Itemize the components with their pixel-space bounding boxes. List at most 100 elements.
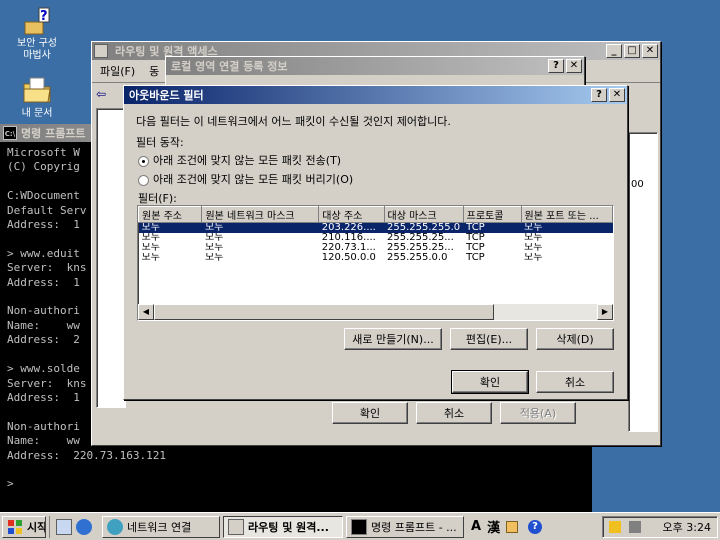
table-cell: 203.226.... xyxy=(318,222,384,233)
command-prompt-title: 명령 프롬프트 xyxy=(21,127,86,140)
taskbar-item-cmd[interactable]: 명령 프롬프트 - ... xyxy=(346,515,464,538)
table-cell: 220.73.1... xyxy=(321,243,376,253)
rras-detail-pane[interactable]: 00 xyxy=(628,132,658,432)
radio-send-label: 아래 조건에 맞지 않는 모든 패킷 전송(T) xyxy=(153,154,342,167)
local-connection-titlebar[interactable]: 로컬 영역 연결 등록 정보 ? ✕ xyxy=(166,57,584,75)
internet-explorer-icon[interactable] xyxy=(76,518,92,535)
column-header[interactable]: 원본 포트 또는 ... xyxy=(520,206,613,223)
filter-table-header: 원본 주소 원본 네트워크 마스크 대상 주소 대상 마스크 프로토콜 원본 포… xyxy=(138,206,613,223)
help-button[interactable]: ? xyxy=(591,88,607,102)
svg-text:?: ? xyxy=(40,9,48,24)
quick-launch xyxy=(49,515,102,538)
outbound-filter-titlebar[interactable]: 아웃바운드 필터 ? ✕ xyxy=(124,86,627,104)
clock[interactable]: 오후 3:24 xyxy=(663,519,711,535)
new-filter-button[interactable]: 새로 만들기(N)... xyxy=(344,328,442,350)
scroll-right-button[interactable]: ▶ xyxy=(597,304,613,320)
close-button[interactable]: ✕ xyxy=(609,88,625,102)
taskbar-item-network[interactable]: 네트워크 연결 xyxy=(102,515,220,538)
table-row[interactable]: 모두 모두 120.50.0.0 255.255.0.0 TCP 모두 xyxy=(139,253,613,263)
table-cell: 255.255.255.0 xyxy=(384,222,464,233)
ok-button[interactable]: 확인 xyxy=(451,370,529,394)
edit-filter-button[interactable]: 편집(E)... xyxy=(450,328,528,350)
start-label: 시작 xyxy=(27,520,46,534)
taskbar-item-label: 라우팅 및 원격... xyxy=(248,520,329,534)
table-row[interactable]: 모두 모두 203.226.... 255.255.255.0 TCP 모두 xyxy=(138,222,613,233)
close-button[interactable]: ✕ xyxy=(566,59,582,73)
show-desktop-icon[interactable] xyxy=(56,518,72,535)
close-button[interactable]: ✕ xyxy=(642,44,658,58)
menu-action[interactable]: 동 xyxy=(149,63,159,79)
security-wizard-label-1: 보안 구성 xyxy=(17,38,57,49)
scrollbar-thumb[interactable] xyxy=(154,304,494,320)
windows-logo-icon xyxy=(7,519,23,535)
table-row[interactable]: 모두 모두 220.73.1... 255.255.25... TCP 모두 xyxy=(139,243,613,253)
table-cell: 120.50.0.0 xyxy=(321,253,376,263)
table-cell: TCP xyxy=(466,253,485,263)
rras-tree-pane[interactable] xyxy=(96,108,126,408)
console-icon xyxy=(351,518,367,535)
minimize-button[interactable]: _ xyxy=(606,44,622,58)
rras-ok-button[interactable]: 확인 xyxy=(332,402,408,424)
menu-file[interactable]: 파일(F) xyxy=(100,63,135,79)
ime-language[interactable]: A xyxy=(471,519,481,534)
table-cell: 모두 xyxy=(204,253,224,263)
filters-label: 필터(F): xyxy=(138,192,177,205)
column-header[interactable]: 원본 네트워크 마스크 xyxy=(201,206,320,223)
cancel-button[interactable]: 취소 xyxy=(536,371,614,393)
radio-drop[interactable] xyxy=(138,174,149,186)
table-cell: 모두 xyxy=(524,253,543,263)
taskbar-item-rras[interactable]: 라우팅 및 원격... xyxy=(223,515,343,538)
radio-drop-label: 아래 조건에 맞지 않는 모든 패킷 버리기(O) xyxy=(153,173,354,186)
ime-hanja[interactable]: 漢 xyxy=(487,517,500,536)
outbound-filter-title: 아웃바운드 필터 xyxy=(129,89,204,102)
radio-drop-option[interactable]: 아래 조건에 맞지 않는 모든 패킷 버리기(O) xyxy=(138,171,353,187)
network-tray-icon[interactable] xyxy=(629,520,641,533)
rras-cancel-button[interactable]: 취소 xyxy=(416,402,492,424)
column-header[interactable]: 프로토콜 xyxy=(462,206,522,223)
my-documents-icon xyxy=(21,74,53,106)
filter-action-label: 필터 동작: xyxy=(136,136,184,149)
horizontal-scrollbar[interactable]: ◀ ▶ xyxy=(138,304,613,320)
console-icon: C:\ xyxy=(3,126,17,140)
rras-icon xyxy=(228,518,244,535)
security-shield-icon[interactable] xyxy=(609,520,621,533)
back-arrow-icon[interactable]: ⇦ xyxy=(96,87,106,101)
outbound-filter-dialog[interactable]: 아웃바운드 필터 ? ✕ 다음 필터는 이 네트워크에서 어느 패킷이 수신될 … xyxy=(123,85,628,400)
table-cell: 모두 xyxy=(521,222,613,233)
help-button[interactable]: ? xyxy=(548,59,564,73)
column-header[interactable]: 대상 마스크 xyxy=(383,206,464,223)
table-cell: 모두 xyxy=(138,222,202,233)
security-wizard-label-2: 마법사 xyxy=(23,50,51,61)
help-icon[interactable]: ? xyxy=(528,519,543,534)
start-button[interactable]: 시작 xyxy=(2,515,46,538)
table-cell: 210.116.... xyxy=(321,233,376,243)
filter-list[interactable]: 원본 주소 원본 네트워크 마스크 대상 주소 대상 마스크 프로토콜 원본 포… xyxy=(137,205,614,321)
scroll-left-button[interactable]: ◀ xyxy=(138,304,154,320)
rras-apply-button[interactable]: 적용(A) xyxy=(500,402,576,424)
rras-detail-text: 00 xyxy=(631,179,644,190)
system-tray: 오후 3:24 xyxy=(602,515,718,538)
table-cell: 모두 xyxy=(201,222,319,233)
radio-send[interactable] xyxy=(138,155,149,167)
table-cell: TCP xyxy=(466,243,485,253)
table-row[interactable]: 모두 모두 210.116.... 255.255.25... TCP 모두 xyxy=(139,233,613,243)
radio-send-option[interactable]: 아래 조건에 맞지 않는 모든 패킷 전송(T) xyxy=(138,152,341,168)
column-header[interactable]: 대상 주소 xyxy=(318,206,385,223)
taskbar-item-label: 명령 프롬프트 - ... xyxy=(371,520,457,534)
desktop-icon-my-documents[interactable]: 내 문서 xyxy=(2,74,72,120)
local-connection-title: 로컬 영역 연결 등록 정보 xyxy=(171,60,288,73)
security-wizard-icon: ? xyxy=(21,4,53,36)
column-header[interactable]: 원본 주소 xyxy=(138,206,203,223)
ime-tools-icon[interactable] xyxy=(506,520,519,533)
filter-table[interactable]: 원본 주소 원본 네트워크 마스크 대상 주소 대상 마스크 프로토콜 원본 포… xyxy=(138,206,613,263)
maximize-button[interactable]: □ xyxy=(624,44,640,58)
taskbar: 시작 네트워크 연결 라우팅 및 원격... 명령 프롬프트 - ... A 漢… xyxy=(0,512,720,540)
desktop-icon-security-wizard[interactable]: ? 보안 구성 마법사 xyxy=(2,4,72,62)
table-cell: 모두 xyxy=(141,233,160,243)
delete-filter-button[interactable]: 삭제(D) xyxy=(536,328,614,350)
ime-bar: A 漢 ? xyxy=(471,517,543,536)
network-icon xyxy=(107,518,123,535)
rras-icon xyxy=(94,44,108,58)
table-cell: 모두 xyxy=(204,233,224,243)
table-cell: 모두 xyxy=(524,233,543,243)
